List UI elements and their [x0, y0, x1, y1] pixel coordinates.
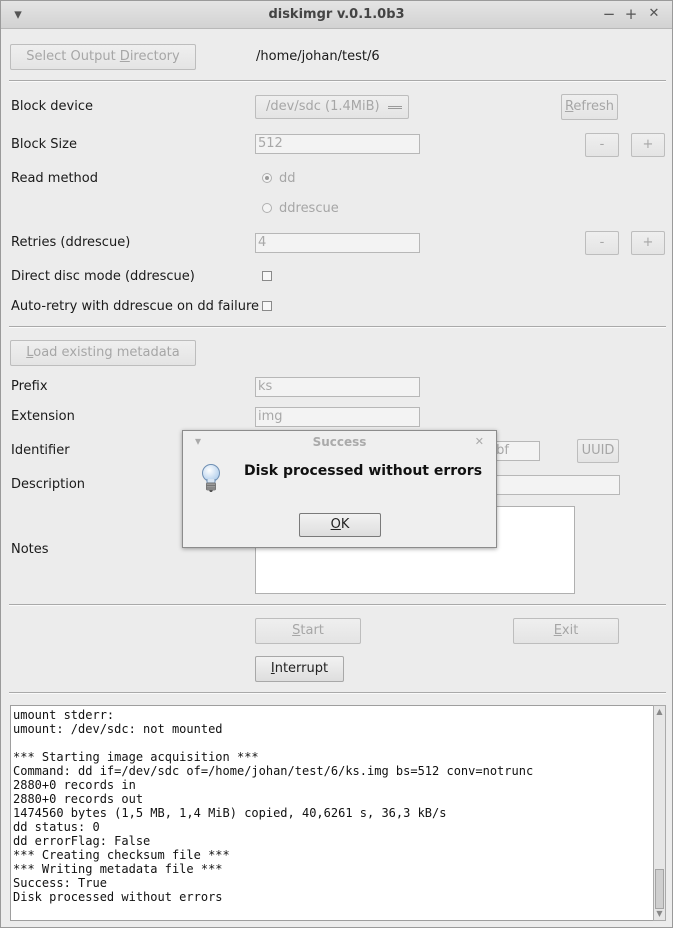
radio-dd[interactable]: [262, 173, 272, 183]
output-directory-path: /home/johan/test/6: [256, 49, 380, 64]
description-label: Description: [11, 477, 86, 492]
direct-disc-checkbox[interactable]: [262, 271, 272, 281]
radio-ddrescue-label: ddrescue: [279, 201, 339, 216]
load-metadata-button[interactable]: Load existing metadata: [10, 340, 196, 366]
dropdown-icon: [388, 106, 402, 109]
separator: [9, 692, 666, 694]
success-dialog: ▾ Success ✕ Disk processed without error…: [182, 430, 497, 548]
radio-dd-label: dd: [279, 171, 296, 186]
maximize-icon[interactable]: +: [623, 5, 639, 23]
retries-label: Retries (ddrescue): [11, 235, 131, 250]
close-icon[interactable]: ✕: [646, 5, 662, 23]
scroll-down-icon[interactable]: ▼: [654, 908, 665, 920]
dialog-title: Success: [312, 435, 367, 449]
log-scrollbar[interactable]: ▲ ▼: [653, 705, 666, 921]
separator: [9, 604, 666, 606]
identifier-label: Identifier: [11, 443, 70, 458]
notes-label: Notes: [11, 542, 49, 557]
extension-input[interactable]: img: [255, 407, 420, 427]
block-size-increment-button[interactable]: +: [631, 133, 665, 157]
auto-retry-label: Auto-retry with ddrescue on dd failure: [11, 299, 260, 314]
block-device-label: Block device: [11, 99, 93, 114]
retries-input[interactable]: 4: [255, 233, 420, 253]
block-device-select[interactable]: /dev/sdc (1.4MiB): [255, 95, 409, 119]
retries-decrement-button[interactable]: -: [585, 231, 619, 255]
scroll-up-icon[interactable]: ▲: [654, 706, 665, 718]
lightbulb-info-icon: [202, 464, 220, 492]
title-bar[interactable]: ▾ diskimgr v.0.1.0b3 − + ✕: [1, 1, 672, 29]
uuid-button[interactable]: UUID: [577, 439, 619, 463]
start-button[interactable]: Start: [255, 618, 361, 644]
refresh-button[interactable]: Refresh: [561, 94, 618, 120]
block-size-decrement-button[interactable]: -: [585, 133, 619, 157]
direct-disc-label: Direct disc mode (ddrescue): [11, 269, 195, 284]
exit-button[interactable]: Exit: [513, 618, 619, 644]
dialog-close-icon[interactable]: ✕: [475, 435, 484, 448]
read-method-label: Read method: [11, 171, 99, 186]
log-output[interactable]: umount stderr: umount: /dev/sdc: not mou…: [10, 705, 654, 921]
auto-retry-checkbox[interactable]: [262, 301, 272, 311]
extension-label: Extension: [11, 409, 75, 424]
window-title: diskimgr v.0.1.0b3: [268, 7, 405, 22]
prefix-label: Prefix: [11, 379, 48, 394]
dialog-message: Disk processed without errors: [244, 463, 483, 479]
scrollbar-thumb[interactable]: [655, 869, 664, 909]
dialog-ok-button[interactable]: OK: [299, 513, 381, 537]
separator: [9, 80, 666, 82]
block-size-label: Block Size: [11, 137, 77, 152]
prefix-input[interactable]: ks: [255, 377, 420, 397]
minimize-icon[interactable]: −: [601, 5, 617, 23]
radio-ddrescue[interactable]: [262, 203, 272, 213]
block-size-input[interactable]: 512: [255, 134, 420, 154]
interrupt-button[interactable]: Interrupt: [255, 656, 344, 682]
separator: [9, 326, 666, 328]
retries-increment-button[interactable]: +: [631, 231, 665, 255]
select-output-directory-button[interactable]: Select Output Directory: [10, 44, 196, 70]
